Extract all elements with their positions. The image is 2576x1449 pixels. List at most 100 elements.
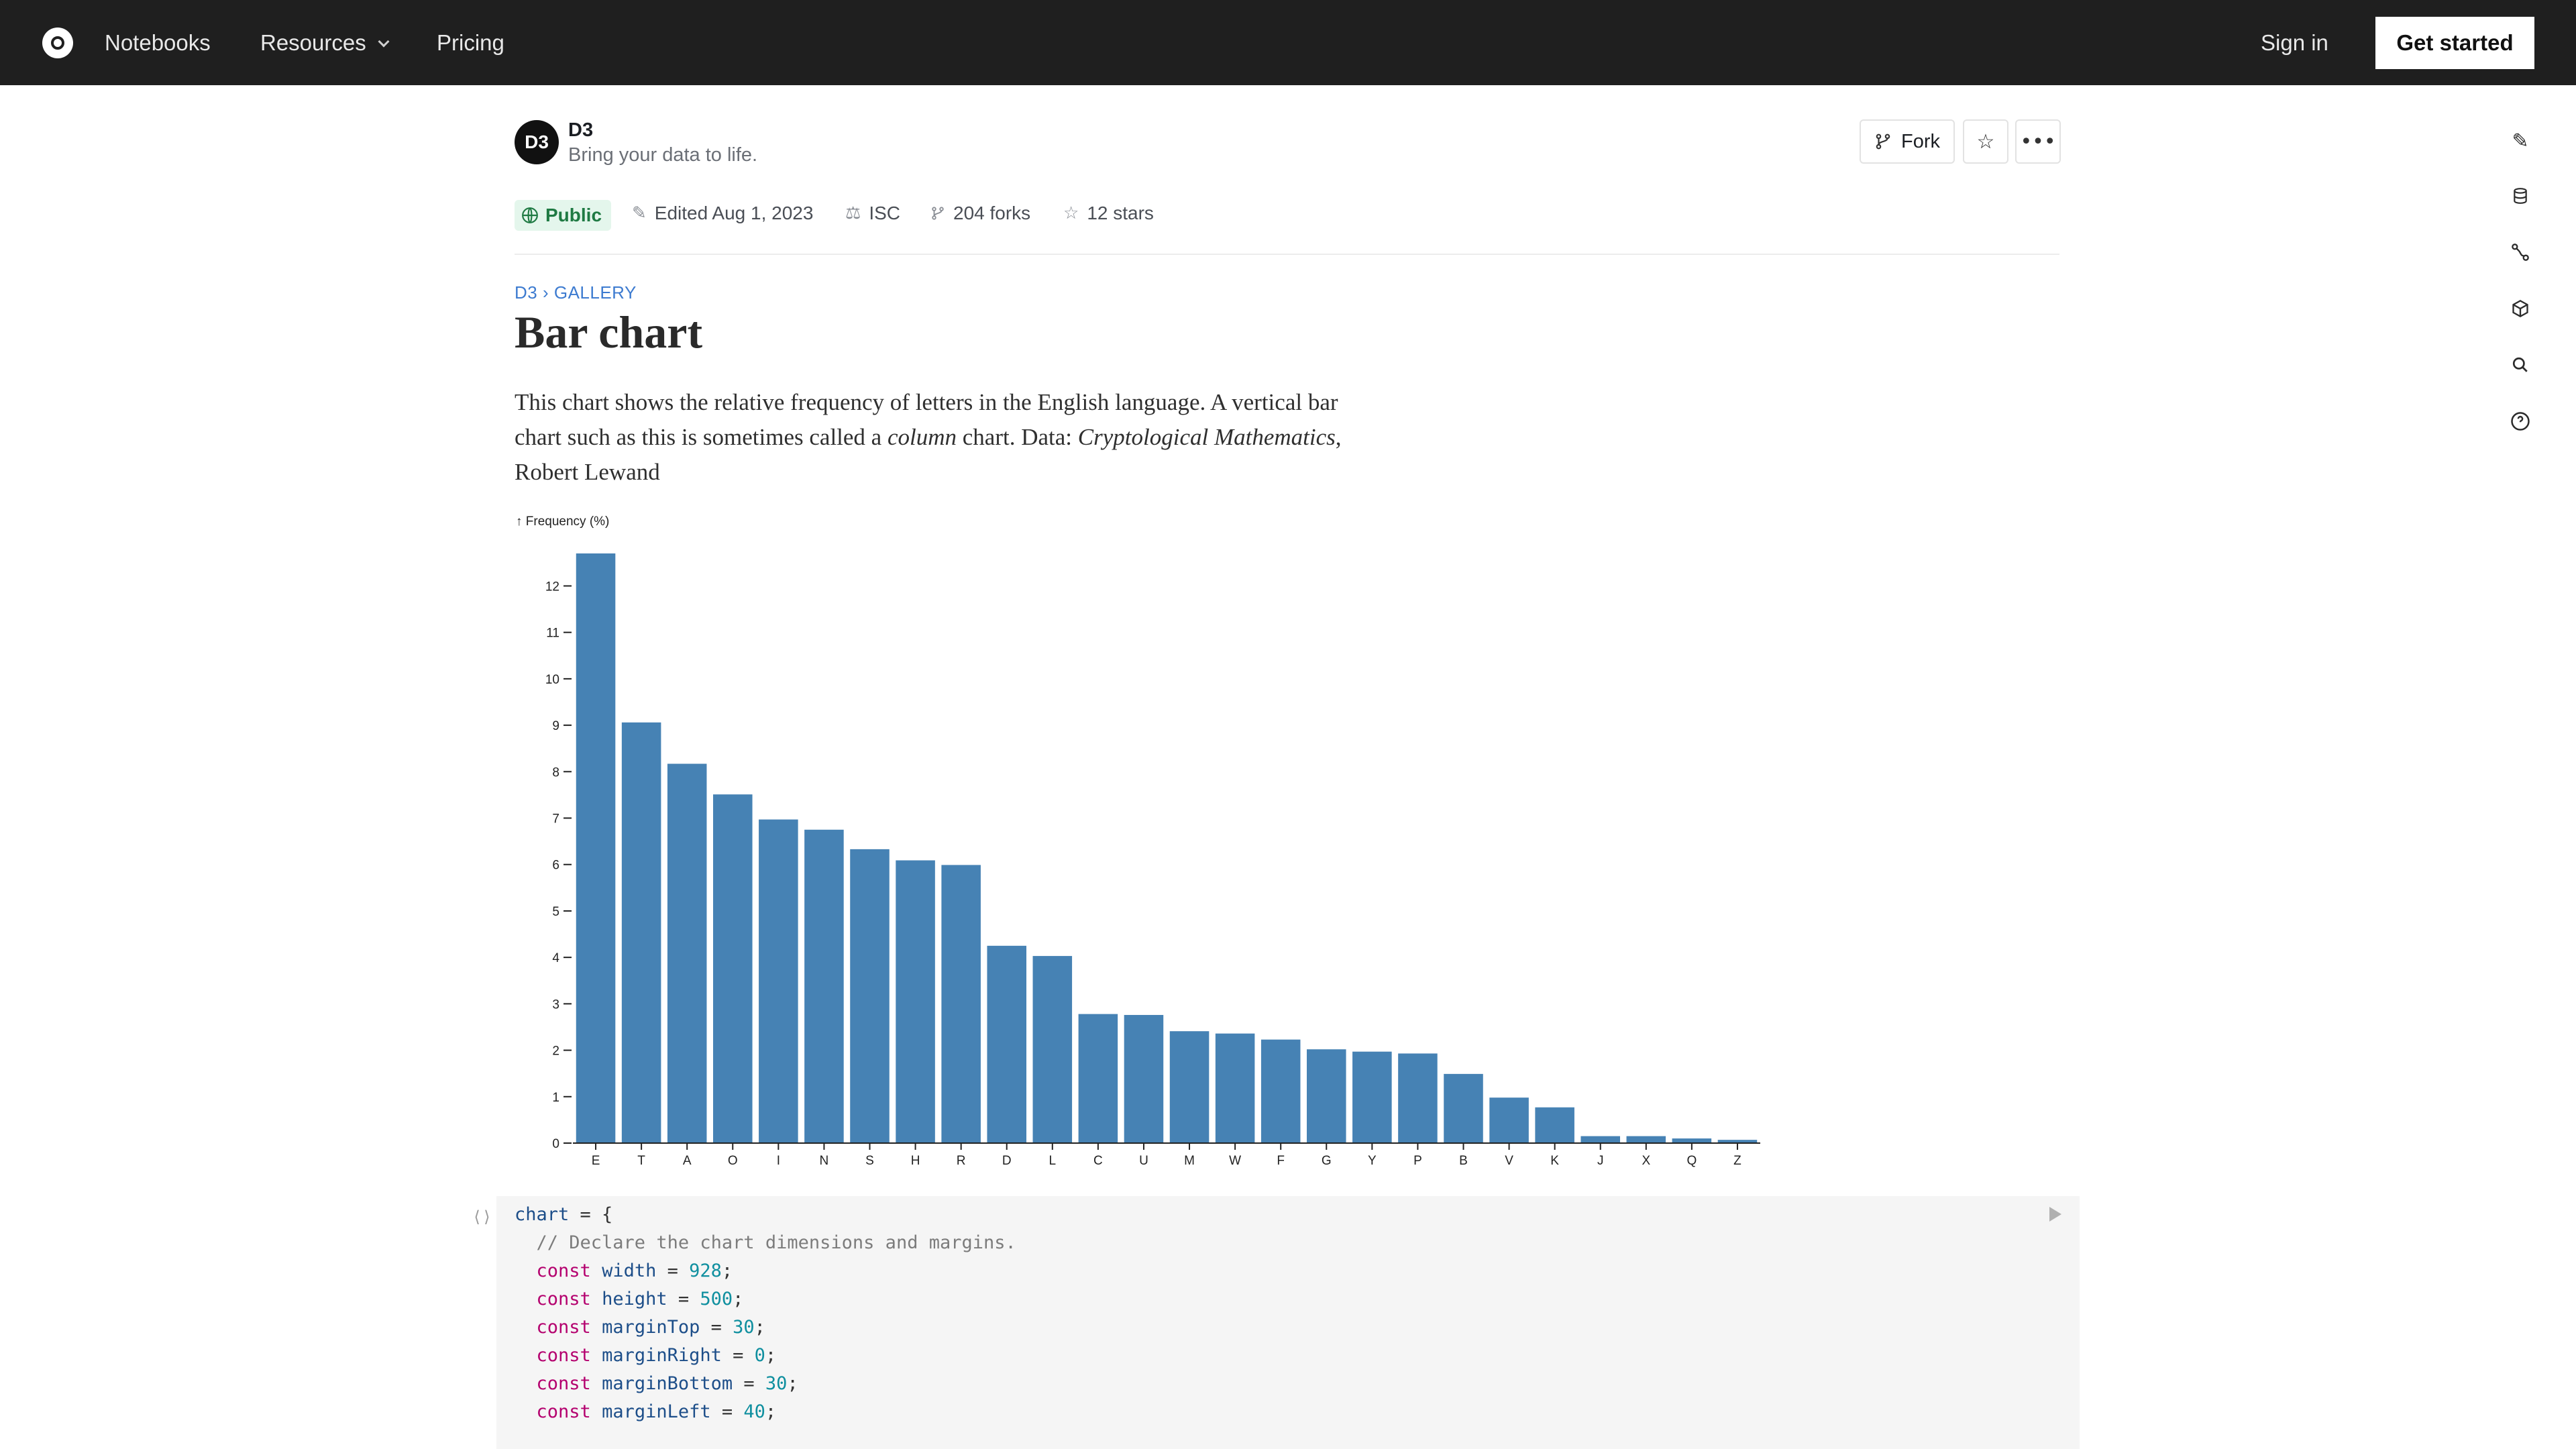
dependency-icon[interactable]	[2507, 239, 2534, 266]
breadcrumb[interactable]: D3 › GALLERY	[515, 282, 637, 303]
desc-part-4: Cryptological Mathematics	[1077, 424, 1336, 450]
x-axis: ETAOINSHRDLCUMWFGYPBVKJXQZ	[573, 1142, 1760, 1168]
sign-in-link[interactable]: Sign in	[2261, 30, 2328, 56]
more-button[interactable]: •••	[2015, 119, 2061, 164]
forks-label: 204 forks	[953, 203, 1031, 223]
help-icon[interactable]	[2507, 408, 2534, 435]
cell-toggle-icon[interactable]: ⟨⟩	[472, 1208, 492, 1226]
chevron-down-icon	[378, 36, 390, 48]
y-tick-label-8: 8	[552, 765, 559, 780]
star-icon: ☆	[1976, 129, 1995, 154]
x-tick-label-E: E	[592, 1154, 600, 1168]
x-tick-label-V: V	[1505, 1154, 1513, 1168]
get-started-button[interactable]: Get started	[2375, 17, 2534, 69]
desc-part-3: chart. Data:	[957, 424, 1078, 450]
y-tick-label-4: 4	[552, 951, 559, 965]
nav-notebooks[interactable]: Notebooks	[105, 30, 211, 56]
bar-J	[1580, 1136, 1621, 1143]
bar-X	[1626, 1136, 1666, 1143]
nav-resources-label: Resources	[260, 30, 366, 55]
y-tick-label-2: 2	[552, 1044, 559, 1059]
bar-O	[712, 794, 753, 1143]
bar-H	[896, 860, 935, 1143]
owner-avatar[interactable]: D3	[515, 120, 559, 164]
x-tick-label-B: B	[1459, 1154, 1468, 1168]
stars-info[interactable]: ☆ 12 stars	[1063, 203, 1154, 224]
chart-description: This chart shows the relative frequency …	[515, 385, 1387, 490]
bar-B	[1444, 1073, 1483, 1143]
more-icon: •••	[2020, 129, 2056, 154]
nav-resources[interactable]: Resources	[260, 30, 390, 56]
bar-G	[1306, 1049, 1346, 1143]
fork-icon	[1876, 133, 1890, 150]
bar-chart: ↑ Frequency (%) 0123456789101112 ETAOINS…	[516, 515, 1760, 1168]
forks-info[interactable]: 204 forks	[930, 203, 1030, 224]
x-tick-label-K: K	[1550, 1154, 1559, 1168]
x-tick-label-A: A	[683, 1154, 692, 1168]
x-tick-label-R: R	[957, 1154, 966, 1168]
x-tick-label-P: P	[1413, 1154, 1422, 1168]
star-outline-icon: ☆	[1063, 203, 1079, 223]
owner-tagline: Bring your data to life.	[568, 144, 758, 166]
x-tick-label-F: F	[1277, 1154, 1285, 1168]
bar-P	[1398, 1053, 1438, 1143]
bar-Q	[1672, 1138, 1712, 1143]
top-nav: Notebooks Resources Pricing Sign in Get …	[0, 0, 2576, 85]
bars	[576, 553, 1758, 1143]
observable-logo-icon[interactable]	[42, 28, 73, 58]
x-tick-label-S: S	[865, 1154, 874, 1168]
search-icon[interactable]	[2507, 352, 2534, 378]
edited-label: Edited Aug 1, 2023	[654, 203, 814, 223]
scale-icon: ⚖	[845, 203, 861, 223]
y-tick-label-6: 6	[552, 859, 559, 873]
edited-info[interactable]: ✎ Edited Aug 1, 2023	[632, 203, 813, 224]
x-tick-label-G: G	[1322, 1154, 1332, 1168]
nav-pricing[interactable]: Pricing	[437, 30, 504, 56]
x-tick-label-W: W	[1229, 1154, 1241, 1168]
paint-icon[interactable]: ✎	[2507, 127, 2534, 154]
x-tick-label-H: H	[911, 1154, 920, 1168]
x-tick-label-C: C	[1093, 1154, 1103, 1168]
owner-name[interactable]: D3	[568, 119, 593, 142]
y-tick-label-3: 3	[552, 998, 559, 1012]
bar-F	[1260, 1039, 1301, 1143]
stars-label: 12 stars	[1087, 203, 1154, 223]
bar-I	[759, 819, 798, 1143]
x-tick-label-T: T	[637, 1154, 645, 1168]
visibility-badge[interactable]: Public	[515, 200, 612, 231]
fork-small-icon	[932, 207, 944, 220]
bar-S	[850, 849, 890, 1143]
run-cell-icon[interactable]	[2049, 1207, 2061, 1222]
bar-R	[941, 865, 981, 1143]
header-divider	[515, 254, 2059, 255]
page-title: Bar chart	[515, 307, 703, 358]
bar-T	[621, 722, 661, 1143]
desc-part-2: column	[887, 424, 957, 450]
package-icon[interactable]	[2507, 295, 2534, 322]
y-tick-label-11: 11	[546, 627, 559, 641]
license-info[interactable]: ⚖ ISC	[845, 203, 900, 224]
y-tick-label-7: 7	[552, 812, 559, 826]
star-button[interactable]: ☆	[1963, 119, 2008, 164]
y-tick-label-0: 0	[552, 1137, 559, 1151]
bar-L	[1032, 956, 1073, 1143]
x-tick-label-O: O	[728, 1154, 738, 1168]
x-tick-label-J: J	[1597, 1154, 1604, 1168]
fork-button[interactable]: Fork	[1860, 119, 1955, 164]
bar-A	[667, 763, 707, 1143]
x-tick-label-Y: Y	[1368, 1154, 1377, 1168]
code-editor[interactable]: chart = { // Declare the chart dimension…	[515, 1201, 1016, 1426]
visibility-label: Public	[545, 205, 602, 225]
database-icon[interactable]	[2507, 182, 2534, 209]
y-tick-label-1: 1	[552, 1091, 559, 1105]
bar-V	[1489, 1097, 1529, 1143]
y-axis-label: ↑ Frequency (%)	[516, 515, 609, 529]
x-tick-label-D: D	[1002, 1154, 1012, 1168]
y-tick-label-5: 5	[552, 905, 559, 919]
globe-icon	[522, 207, 538, 223]
bar-Y	[1352, 1051, 1392, 1143]
bar-C	[1078, 1014, 1118, 1143]
bar-D	[987, 945, 1027, 1143]
x-tick-label-U: U	[1139, 1154, 1148, 1168]
y-tick-label-12: 12	[545, 580, 559, 594]
